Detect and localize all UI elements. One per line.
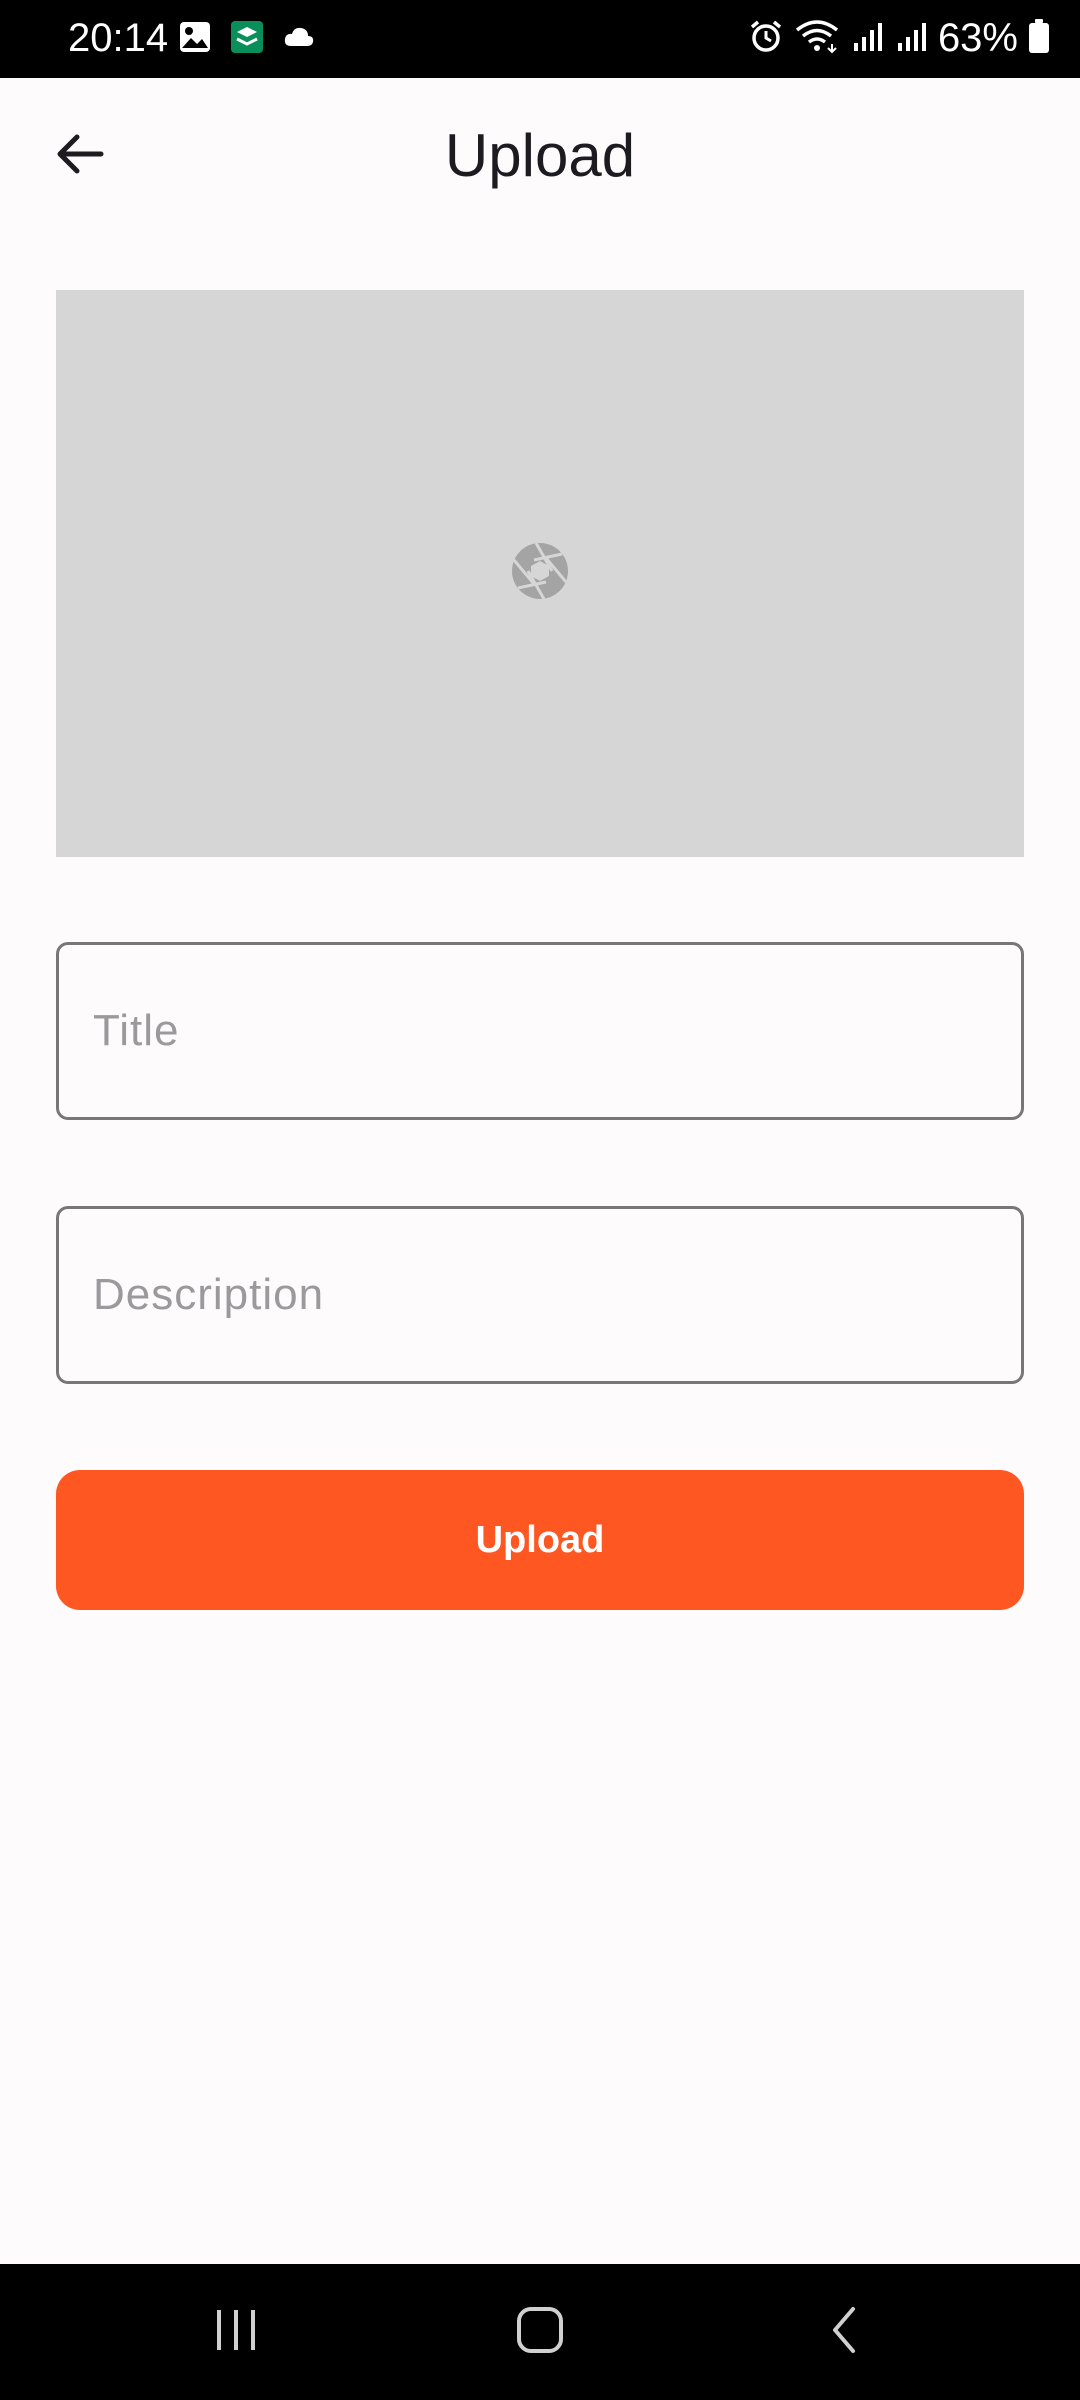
image-picker[interactable] (56, 290, 1024, 857)
recents-icon (213, 2308, 259, 2357)
back-icon (827, 2305, 861, 2360)
status-left-icons (178, 20, 316, 59)
title-input[interactable] (56, 942, 1024, 1120)
nav-back-button[interactable] (784, 2292, 904, 2372)
app-bar: Upload (0, 78, 1080, 234)
signal-icon (894, 19, 928, 58)
wifi-icon (794, 18, 840, 59)
recents-button[interactable] (176, 2292, 296, 2372)
home-button[interactable] (480, 2292, 600, 2372)
description-input[interactable] (56, 1206, 1024, 1384)
signal-icon (850, 19, 884, 58)
status-time: 20:14 (68, 16, 169, 60)
home-icon (515, 2305, 565, 2360)
upload-button[interactable]: Upload (56, 1470, 1024, 1610)
upload-screen: 20:14 63% Upload Title Description Uploa… (0, 0, 1080, 2400)
status-bar: 20:14 63% (0, 0, 1080, 78)
camera-shutter-icon (511, 542, 569, 605)
status-right-icons: 63% (748, 12, 1050, 64)
cloud-icon (282, 20, 316, 59)
gallery-icon (178, 20, 212, 59)
battery-percent: 63% (937, 16, 1018, 60)
battery-icon (1028, 18, 1050, 59)
page-title: Upload (444, 122, 636, 189)
app-notification-icon (230, 20, 264, 59)
system-nav-bar (0, 2264, 1080, 2400)
alarm-icon (748, 18, 784, 59)
